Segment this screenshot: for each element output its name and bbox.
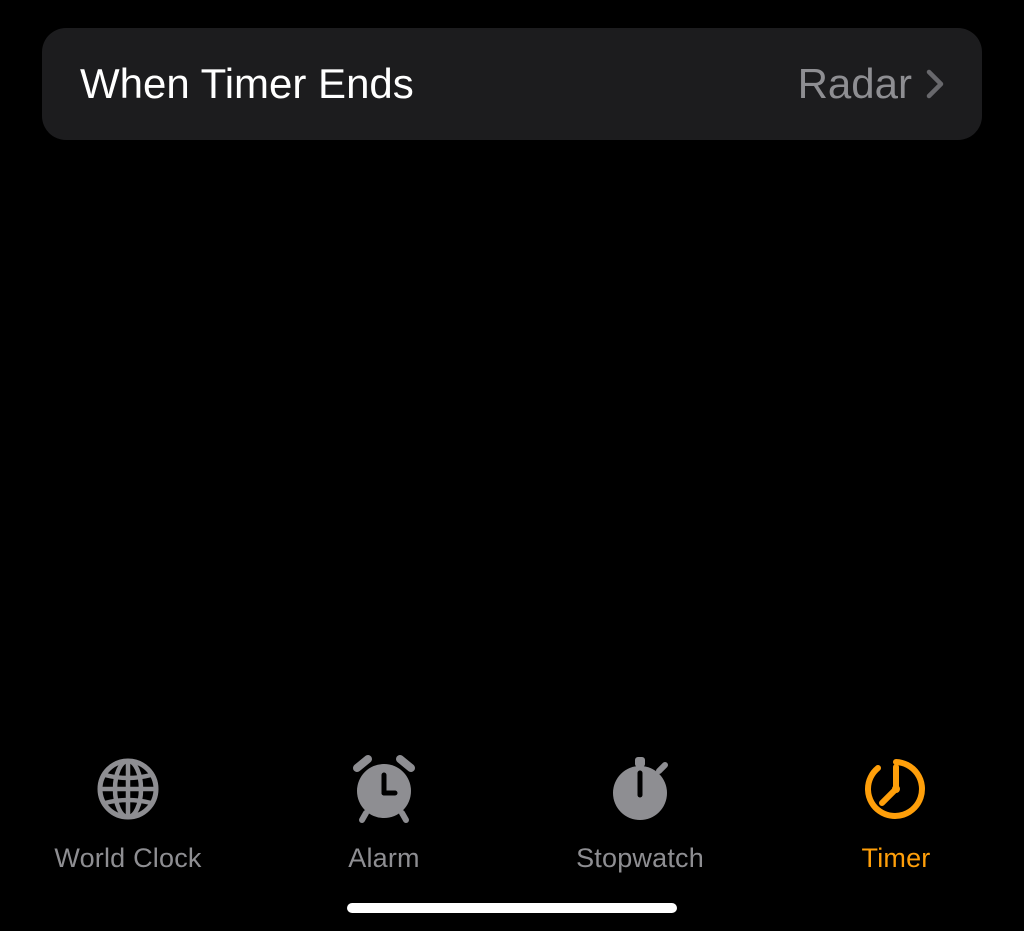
when-timer-ends-value-wrap: Radar <box>798 60 944 108</box>
timer-icon <box>860 753 932 825</box>
globe-icon <box>92 753 164 825</box>
when-timer-ends-value: Radar <box>798 60 912 108</box>
tab-stopwatch[interactable]: Stopwatch <box>540 753 740 874</box>
tab-timer[interactable]: Timer <box>796 753 996 874</box>
stopwatch-icon <box>604 753 676 825</box>
tab-alarm[interactable]: Alarm <box>284 753 484 874</box>
when-timer-ends-row[interactable]: When Timer Ends Radar <box>42 28 982 140</box>
tab-timer-label: Timer <box>862 843 931 874</box>
alarm-icon <box>348 753 420 825</box>
home-indicator[interactable] <box>347 903 677 913</box>
tab-world-clock-label: World Clock <box>54 843 201 874</box>
chevron-right-icon <box>926 69 944 99</box>
tab-stopwatch-label: Stopwatch <box>576 843 704 874</box>
tab-world-clock[interactable]: World Clock <box>28 753 228 874</box>
when-timer-ends-label: When Timer Ends <box>80 60 414 108</box>
tab-alarm-label: Alarm <box>348 843 420 874</box>
